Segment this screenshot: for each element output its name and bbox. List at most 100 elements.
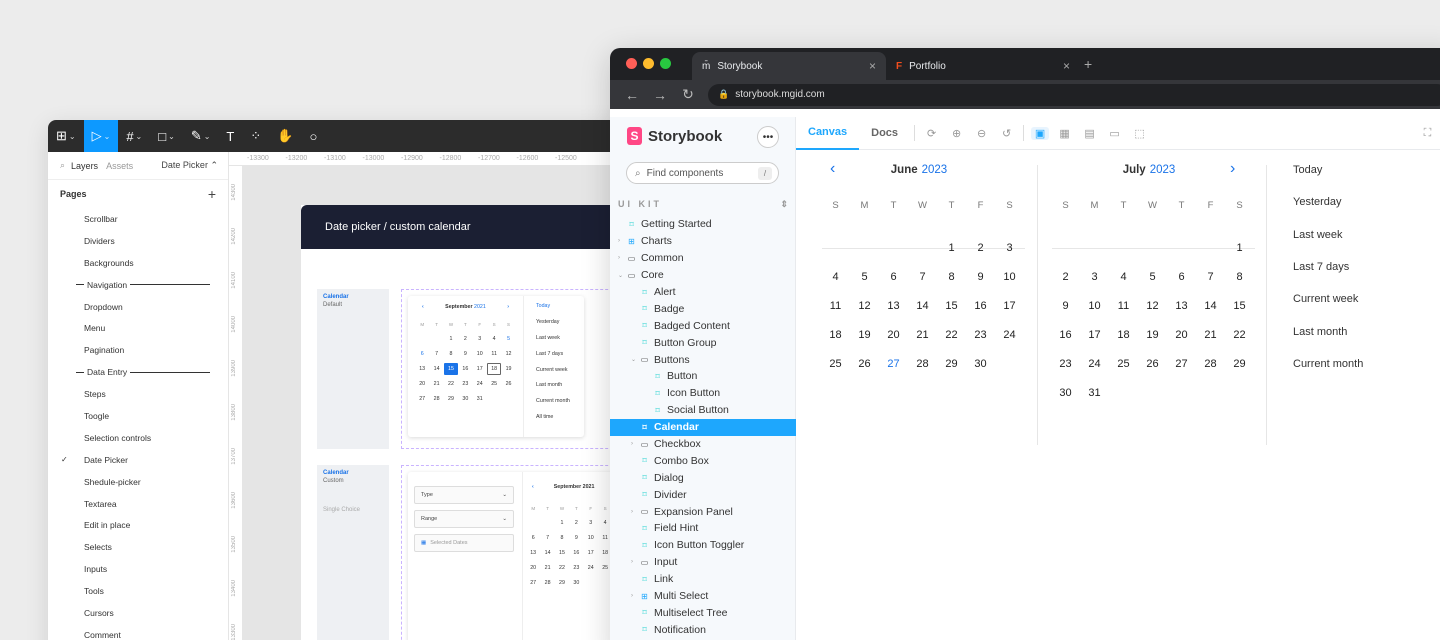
- next-month-icon[interactable]: ›: [1230, 160, 1235, 178]
- day-cell[interactable]: 21: [540, 562, 554, 574]
- pen-tool-icon[interactable]: ✎ ⌄: [183, 120, 219, 152]
- chevron-right-icon[interactable]: ›: [618, 255, 620, 261]
- mini-calendar[interactable]: ‹ September 2021 › M T W T F S S 1 2 3 4 5 6 7 8 9 10 11 1…: [408, 296, 584, 437]
- day-cell[interactable]: 10: [473, 348, 487, 360]
- page-item[interactable]: Edit in place: [48, 514, 228, 536]
- browser-tab-portfolio[interactable]: F Portfolio ×: [886, 52, 1080, 80]
- day-cell[interactable]: 24: [584, 562, 598, 574]
- tab-canvas[interactable]: Canvas: [796, 117, 860, 150]
- day-cell[interactable]: 21: [1196, 320, 1225, 349]
- tree-item[interactable]: ⌑ Getting Started: [610, 216, 796, 233]
- preset-item[interactable]: Current month: [526, 393, 584, 409]
- day-cell[interactable]: 12: [1138, 291, 1167, 320]
- preset-item[interactable]: Last 7 days: [526, 346, 584, 362]
- day-cell[interactable]: 12: [501, 348, 515, 360]
- day-cell[interactable]: 29: [937, 349, 966, 378]
- page-item[interactable]: Dividers: [48, 230, 228, 252]
- day-cell[interactable]: 6: [879, 262, 908, 291]
- day-cell[interactable]: 11: [1109, 291, 1138, 320]
- day-cell[interactable]: 13: [879, 291, 908, 320]
- day-cell[interactable]: 25: [487, 378, 501, 390]
- day-cell[interactable]: 10: [584, 532, 598, 544]
- page-item[interactable]: Cursors: [48, 602, 228, 624]
- tree-item[interactable]: › ⊞ Charts: [610, 233, 796, 250]
- day-cell[interactable]: 18: [1109, 320, 1138, 349]
- day-cell[interactable]: 2: [458, 333, 472, 345]
- day-cell[interactable]: 28: [540, 577, 554, 589]
- close-tab-icon[interactable]: ×: [1063, 59, 1070, 73]
- tree-item[interactable]: ⌑ Notification: [610, 621, 796, 638]
- tree-item[interactable]: › ▭ Input: [610, 554, 796, 571]
- day-cell[interactable]: 24: [1080, 349, 1109, 378]
- tree-item[interactable]: › ▭ Common: [610, 250, 796, 267]
- day-cell[interactable]: 18: [486, 363, 502, 375]
- day-cell[interactable]: 20: [879, 320, 908, 349]
- day-cell[interactable]: 15: [555, 547, 569, 559]
- page-item[interactable]: Selects: [48, 536, 228, 558]
- day-cell[interactable]: 29: [555, 577, 569, 589]
- day-cell[interactable]: 16: [569, 547, 583, 559]
- close-window-icon[interactable]: [626, 58, 637, 69]
- day-cell[interactable]: 9: [966, 262, 995, 291]
- tree-item[interactable]: › ▭ Checkbox: [610, 436, 796, 453]
- preset-item[interactable]: Current week: [526, 362, 584, 378]
- day-cell[interactable]: 24: [995, 320, 1024, 349]
- tree-item[interactable]: › ▭ Expansion Panel: [610, 503, 796, 520]
- day-cell[interactable]: 27: [879, 349, 908, 378]
- chevron-right-icon[interactable]: ›: [618, 238, 620, 244]
- tree-item[interactable]: ⌑ Divider: [610, 486, 796, 503]
- comment-tool-icon[interactable]: ○: [301, 120, 325, 152]
- tree-item[interactable]: ⌑ Icon Button: [610, 385, 796, 402]
- day-cell[interactable]: 18: [821, 320, 850, 349]
- measure-icon[interactable]: ▭: [1102, 127, 1127, 140]
- page-item[interactable]: Textarea: [48, 493, 228, 515]
- day-cell[interactable]: 30: [569, 577, 583, 589]
- shape-tool-icon[interactable]: □ ⌄: [150, 120, 183, 152]
- prev-month-icon[interactable]: ‹: [830, 160, 835, 178]
- day-cell[interactable]: 3: [473, 333, 487, 345]
- day-cell[interactable]: 19: [501, 363, 515, 375]
- page-item[interactable]: Shedule-picker: [48, 471, 228, 493]
- preset-item[interactable]: Yesterday: [1293, 186, 1433, 218]
- tree-item[interactable]: ⌄ ▭ Core: [610, 267, 796, 284]
- day-cell[interactable]: 8: [1225, 262, 1254, 291]
- day-cell[interactable]: 5: [850, 262, 879, 291]
- day-cell[interactable]: 27: [415, 393, 429, 405]
- day-cell[interactable]: 6: [1167, 262, 1196, 291]
- grid-icon[interactable]: ▦: [1052, 127, 1077, 140]
- day-cell[interactable]: 1: [1225, 233, 1254, 262]
- preset-item[interactable]: Last 7 days: [1293, 251, 1433, 283]
- day-cell[interactable]: 16: [458, 363, 472, 375]
- add-page-icon[interactable]: +: [208, 186, 216, 202]
- day-cell[interactable]: 2: [569, 517, 583, 529]
- preset-item[interactable]: Last week: [1293, 219, 1433, 251]
- day-cell[interactable]: 6: [415, 348, 429, 360]
- day-cell[interactable]: 28: [908, 349, 937, 378]
- day-cell[interactable]: 31: [1080, 378, 1109, 407]
- page-item[interactable]: Selection controls: [48, 427, 228, 449]
- day-cell[interactable]: 14: [429, 363, 443, 375]
- day-cell[interactable]: 29: [444, 393, 458, 405]
- day-cell[interactable]: 17: [473, 363, 487, 375]
- day-cell[interactable]: 27: [526, 577, 540, 589]
- components-icon[interactable]: ⁘: [242, 120, 269, 152]
- preset-item[interactable]: Last month: [1293, 315, 1433, 347]
- tree-item[interactable]: ⌑ Calendar: [610, 418, 796, 436]
- day-cell[interactable]: 26: [850, 349, 879, 378]
- day-cell[interactable]: 10: [1080, 291, 1109, 320]
- outline-icon[interactable]: ⬚: [1127, 127, 1152, 140]
- day-cell[interactable]: 16: [966, 291, 995, 320]
- tree-item[interactable]: ⌑ Badge: [610, 300, 796, 317]
- day-cell[interactable]: 17: [995, 291, 1024, 320]
- day-cell[interactable]: 7: [429, 348, 443, 360]
- day-cell[interactable]: 13: [415, 363, 429, 375]
- expand-collapse-icon[interactable]: ⇕: [780, 199, 788, 210]
- day-cell[interactable]: 30: [1051, 378, 1080, 407]
- day-cell[interactable]: 22: [937, 320, 966, 349]
- day-cell[interactable]: 3: [584, 517, 598, 529]
- tree-item[interactable]: ⌑ Icon Button Toggler: [610, 537, 796, 554]
- day-cell[interactable]: 23: [458, 378, 472, 390]
- page-selector[interactable]: Date Picker ⌃: [161, 160, 218, 171]
- page-item[interactable]: Menu: [48, 317, 228, 339]
- minimize-window-icon[interactable]: [643, 58, 654, 69]
